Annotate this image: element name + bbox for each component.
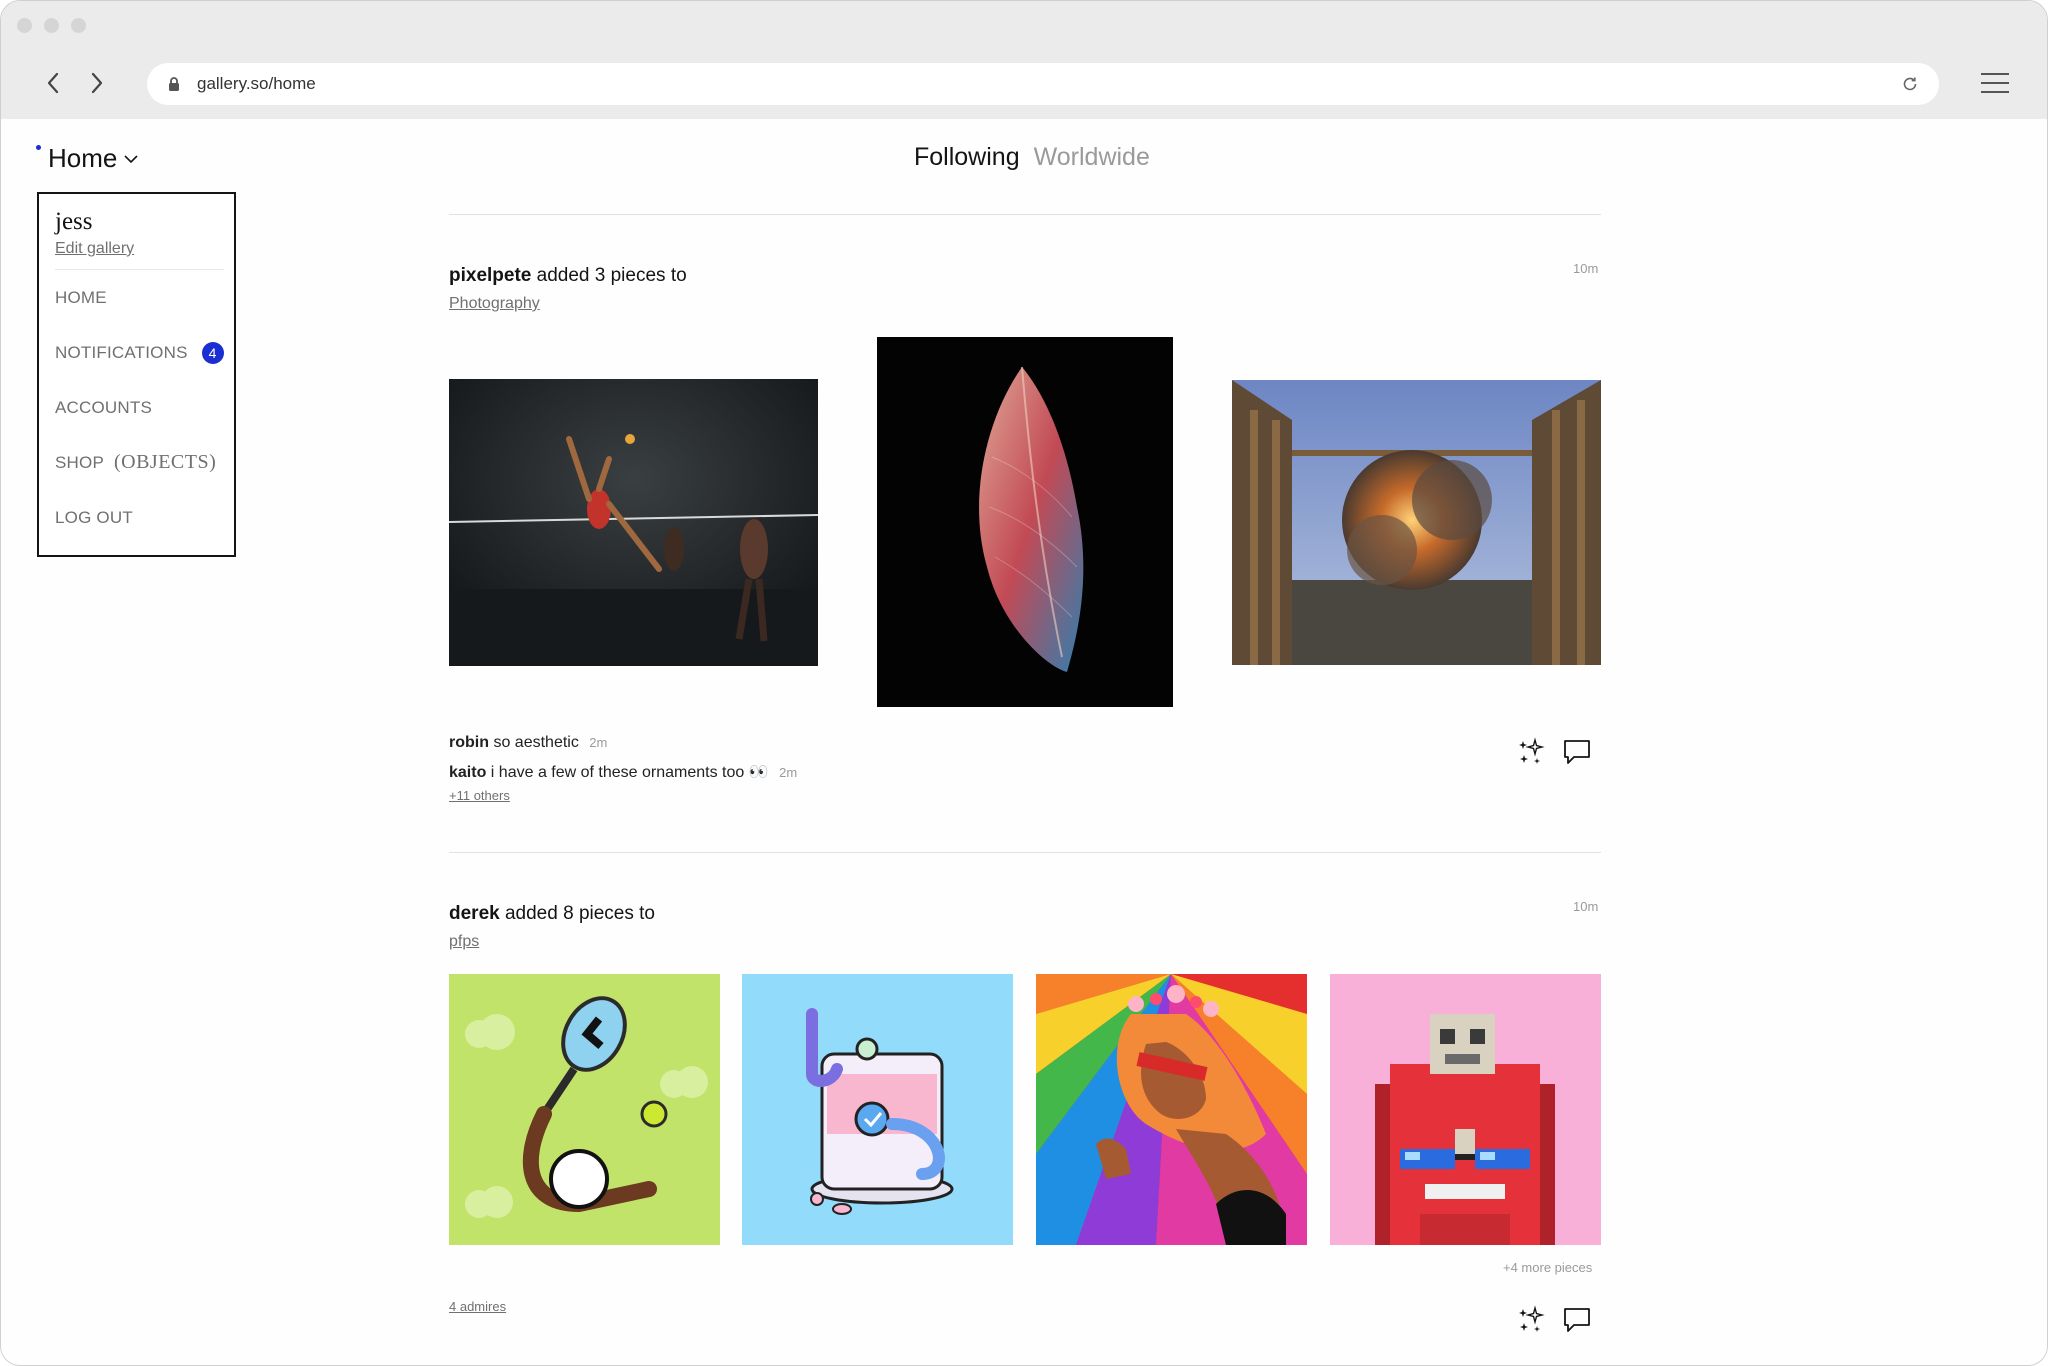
home-dropdown[interactable]: Home [48,143,139,174]
event-username[interactable]: derek [449,903,500,924]
event-action: added 3 pieces to [536,265,687,286]
chevron-down-icon [124,154,138,163]
event-action: added 8 pieces to [504,903,655,924]
comment: kaito i have a few of these ornaments to… [449,762,797,782]
chevron-right-icon [91,72,103,94]
admires-link[interactable]: 4 admires [449,1299,506,1314]
comment: robin so aesthetic 2m [449,734,607,752]
menu-item-shop-label: SHOP [55,452,104,472]
tab-following[interactable]: Following [914,143,1020,172]
menu-item-notifications[interactable]: NOTIFICATIONS 4 [55,325,224,380]
menu-item-logout[interactable]: LOG OUT [55,490,224,545]
menu-item-home-label: HOME [55,287,107,307]
artwork-thumbnail[interactable] [1232,380,1601,665]
address-bar[interactable]: gallery.so/home [147,63,1939,105]
comment-text: so aesthetic [493,734,579,751]
event-header: derek added 8 pieces to [449,903,655,925]
page: Home jess Edit gallery HOME NOTIFICATION… [1,119,2047,1365]
comment-timestamp: 2m [589,735,608,750]
notification-count-badge: 4 [201,341,224,364]
admirers-link[interactable]: +11 others [449,788,510,803]
collection-link[interactable]: Photography [449,295,540,313]
menu-item-shop[interactable]: SHOP (OBJECTS) [55,435,224,490]
menu-item-accounts[interactable]: ACCOUNTS [55,380,224,435]
event-username[interactable]: pixelpete [449,265,531,286]
feed-tabs: Following Worldwide [914,143,1150,172]
window-controls [17,18,86,33]
comment-icon[interactable] [1562,737,1592,767]
comment-username[interactable]: kaito [449,764,486,781]
collection-link[interactable]: pfps [449,933,479,951]
menu-item-accounts-label: ACCOUNTS [55,397,152,417]
menu-item-logout-label: LOG OUT [55,507,133,527]
event-timestamp: 10m [1573,899,1599,914]
event-header: pixelpete added 3 pieces to [449,265,687,287]
artwork-thumbnail[interactable] [449,974,720,1245]
home-dropdown-label: Home [48,143,118,173]
objects-wordmark: (OBJECTS) [113,451,217,473]
tab-worldwide[interactable]: Worldwide [1034,143,1150,172]
back-button[interactable] [39,69,67,97]
forward-button[interactable] [83,69,111,97]
reload-icon[interactable] [1901,75,1919,93]
artwork-thumbnail[interactable] [877,337,1173,707]
menu-username: jess [55,208,93,235]
artwork-thumbnail[interactable] [1330,974,1601,1245]
comment-icon[interactable] [1562,1305,1592,1335]
browser-window: gallery.so/home Home jess Edit gallery H… [0,0,2048,1366]
url-text[interactable]: gallery.so/home [197,74,316,94]
artwork-thumbnail[interactable] [449,379,818,666]
sparkle-icon[interactable] [1516,1305,1546,1335]
artwork-thumbnail[interactable] [1036,974,1307,1245]
maximize-window-button[interactable] [71,18,86,33]
more-pieces-label: +4 more pieces [1503,1260,1593,1275]
browser-chrome: gallery.so/home [1,1,2047,119]
artwork-thumbnail[interactable] [742,974,1013,1245]
feed-divider [449,852,1601,853]
menu-item-notifications-label: NOTIFICATIONS [55,342,188,362]
sparkle-icon[interactable] [1516,737,1546,767]
chevron-left-icon [47,72,59,94]
minimize-window-button[interactable] [44,18,59,33]
hamburger-menu-button[interactable] [1981,73,2009,95]
comment-text: i have a few of these ornaments too 👀 [490,764,769,781]
lock-icon [169,77,179,91]
comment-timestamp: 2m [779,765,798,780]
menu-item-home[interactable]: HOME [55,270,224,325]
comment-username[interactable]: robin [449,734,489,751]
event-timestamp: 10m [1573,261,1599,276]
home-dropdown-menu: jess Edit gallery HOME NOTIFICATIONS 4 A… [37,192,236,557]
active-indicator-dot [36,145,41,150]
edit-gallery-link[interactable]: Edit gallery [55,240,134,258]
feed-divider [449,214,1601,215]
close-window-button[interactable] [17,18,32,33]
